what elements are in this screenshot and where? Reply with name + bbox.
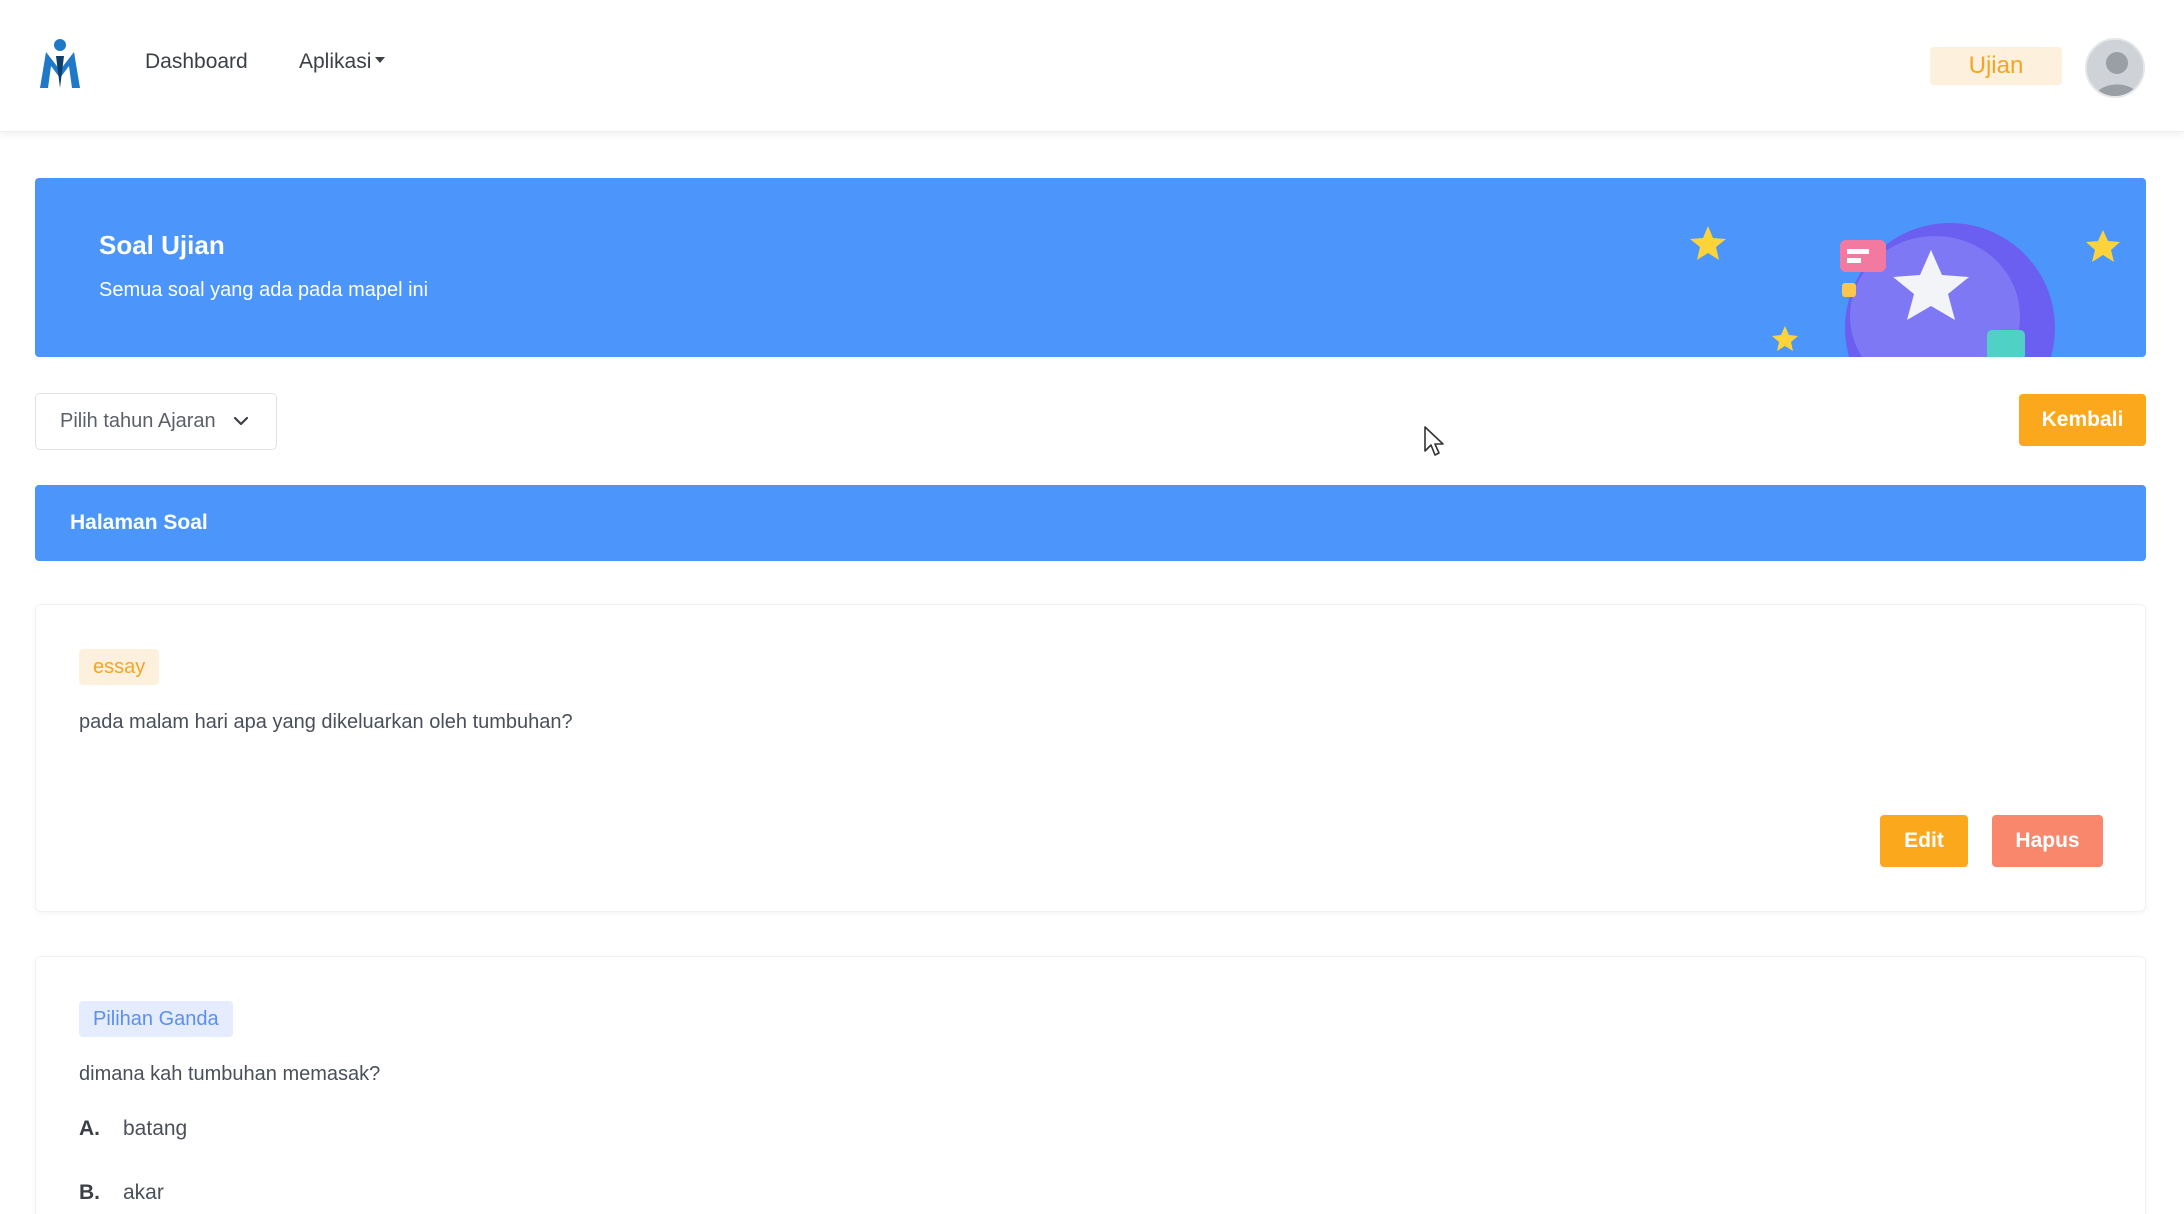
avatar-icon xyxy=(2087,40,2143,96)
banner-illustration-icon xyxy=(1690,223,2120,357)
back-button[interactable]: Kembali xyxy=(2019,394,2146,446)
academic-year-placeholder: Pilih tahun Ajaran xyxy=(60,410,216,432)
logo-icon[interactable] xyxy=(36,36,84,90)
academic-year-select[interactable]: Pilih tahun Ajaran xyxy=(35,393,277,450)
edit-button[interactable]: Edit xyxy=(1880,815,1968,867)
option-text: akar xyxy=(123,1181,164,1204)
question-card: essay pada malam hari apa yang dikeluark… xyxy=(35,604,2146,912)
option-text: batang xyxy=(123,1117,188,1140)
option-letter: B. xyxy=(79,1181,100,1204)
answer-option: B. akar xyxy=(79,1181,164,1205)
caret-down-icon xyxy=(375,57,386,64)
section-header: Halaman Soal xyxy=(35,485,2146,561)
question-type-badge: essay xyxy=(79,649,160,685)
question-text: pada malam hari apa yang dikeluarkan ole… xyxy=(79,711,573,733)
page-subtitle: Semua soal yang ada pada mapel ini xyxy=(99,279,429,301)
nav-dashboard-label: Dashboard xyxy=(145,50,248,73)
question-text: dimana kah tumbuhan memasak? xyxy=(79,1063,381,1085)
chevron-down-icon xyxy=(233,416,249,426)
question-card: Pilihan Ganda dimana kah tumbuhan memasa… xyxy=(35,956,2146,1214)
top-navbar: Dashboard Aplikasi Ujian xyxy=(0,0,2184,132)
nav-dashboard[interactable]: Dashboard xyxy=(145,50,248,74)
question-type-badge: Pilihan Ganda xyxy=(79,1001,233,1037)
nav-aplikasi-dropdown[interactable]: Aplikasi xyxy=(299,50,386,74)
avatar[interactable] xyxy=(2085,38,2145,98)
ujian-badge: Ujian xyxy=(1930,47,2062,85)
page-banner: Soal Ujian Semua soal yang ada pada mape… xyxy=(35,178,2146,357)
answer-option: A. batang xyxy=(79,1117,187,1141)
mouse-cursor-icon xyxy=(1424,426,1444,456)
nav-aplikasi-label: Aplikasi xyxy=(299,50,372,73)
option-letter: A. xyxy=(79,1117,100,1140)
delete-button[interactable]: Hapus xyxy=(1992,815,2103,867)
page-title: Soal Ujian xyxy=(99,230,225,260)
section-title: Halaman Soal xyxy=(70,511,208,534)
